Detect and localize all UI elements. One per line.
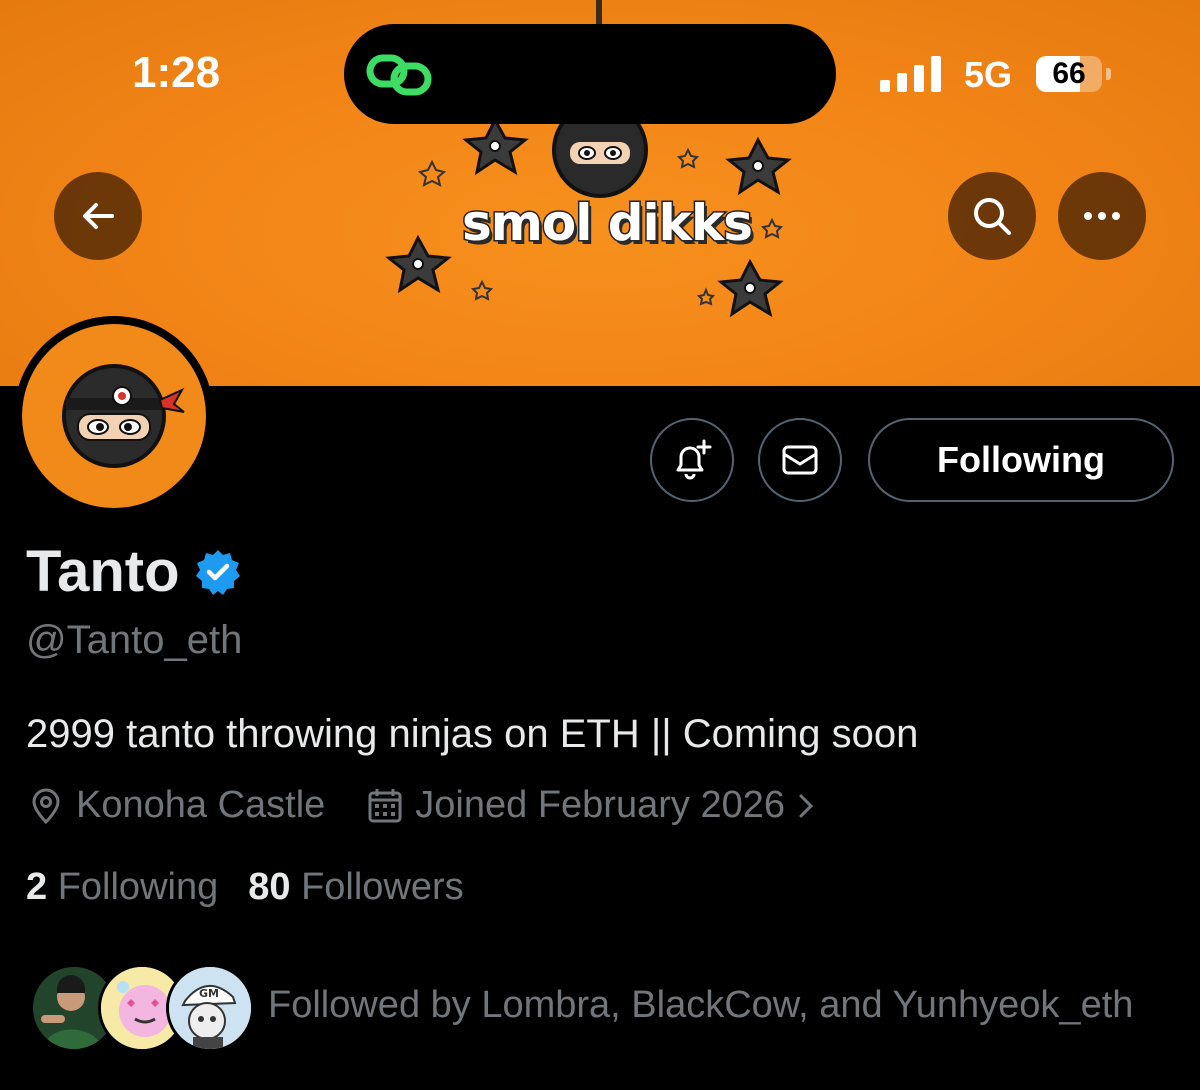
profile-meta: Konoha Castle Joined February 2026 <box>26 784 859 827</box>
back-button[interactable] <box>54 172 142 260</box>
followed-by-text: Followed by Lombra, BlackCow, and Yunhye… <box>268 984 1134 1026</box>
ninja-avatar-icon <box>62 364 185 468</box>
followers-label: Followers <box>301 866 464 908</box>
battery-icon: 66 <box>1036 56 1102 92</box>
banner-title: smol dikks <box>461 193 755 254</box>
joined-item[interactable]: Joined February 2026 <box>365 784 819 827</box>
arrow-left-icon <box>83 203 114 229</box>
battery-nub <box>1106 68 1111 80</box>
envelope-icon <box>782 445 818 475</box>
verified-badge-icon[interactable] <box>194 548 242 596</box>
chevron-right-icon <box>799 794 814 817</box>
display-name-text: Tanto <box>26 539 180 604</box>
more-button[interactable] <box>1058 172 1146 260</box>
display-name: Tanto <box>26 538 242 605</box>
network-type: 5G <box>964 54 1013 95</box>
signal-icon <box>880 56 941 92</box>
notifications-button[interactable] <box>650 418 734 502</box>
battery-percent: 66 <box>1052 57 1086 90</box>
message-button[interactable] <box>758 418 842 502</box>
profile-handle: @Tanto_eth <box>26 618 243 662</box>
status-time: 1:28 <box>132 48 221 97</box>
following-button[interactable]: Following <box>868 418 1174 502</box>
followers-stat[interactable]: 80 Followers <box>248 866 463 909</box>
svg-text:GM: GM <box>199 987 219 1000</box>
location-pin-icon <box>32 788 60 824</box>
profile-bio: 2999 tanto throwing ninjas on ETH || Com… <box>26 712 919 756</box>
location-item: Konoha Castle <box>26 784 325 827</box>
joined-text: Joined February 2026 <box>415 784 785 826</box>
link-icon <box>366 54 432 96</box>
following-stat[interactable]: 2 Following <box>26 866 218 909</box>
follower-avatar-yunhyeok: GM <box>166 964 254 1052</box>
search-button[interactable] <box>948 172 1036 260</box>
gm-cap-avatar-icon: GM <box>169 967 251 1049</box>
followers-count: 80 <box>248 866 291 908</box>
profile-avatar[interactable] <box>14 316 214 516</box>
bell-plus-icon <box>676 439 712 480</box>
more-icon <box>1084 212 1120 220</box>
following-count: 2 <box>26 866 48 908</box>
search-icon <box>974 198 1011 235</box>
calendar-icon <box>368 788 402 822</box>
following-label: Following <box>57 866 219 908</box>
profile-stats: 2 Following 80 Followers <box>26 866 464 909</box>
location-text: Konoha Castle <box>76 784 326 826</box>
dynamic-island <box>344 24 836 124</box>
avatar-image <box>22 324 206 508</box>
